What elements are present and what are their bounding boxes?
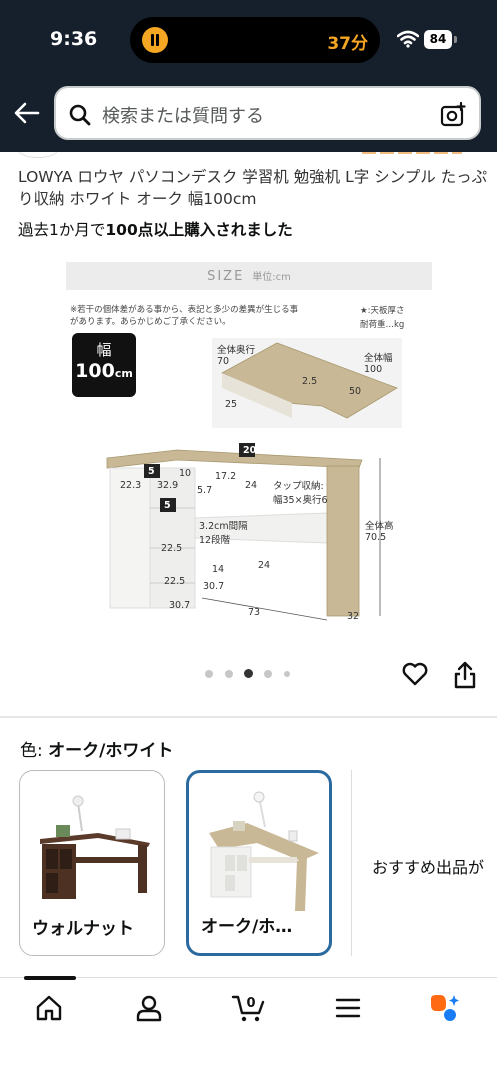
timer-text: 37分 bbox=[327, 34, 368, 54]
dim-17-2: 17.2 bbox=[215, 471, 237, 482]
dim-width-all: 全体幅 100 bbox=[364, 353, 393, 375]
dim-22-5b: 22.5 bbox=[164, 576, 186, 587]
section-divider bbox=[0, 716, 497, 718]
home-active-indicator bbox=[24, 976, 76, 980]
size-note: ※若干の個体差がある事から、表記と多少の差異が生じる事があります。あらかじめご了… bbox=[70, 305, 299, 327]
dim-2-5: 2.5 bbox=[302, 376, 318, 387]
share-icon[interactable] bbox=[452, 660, 478, 690]
account-icon[interactable] bbox=[134, 993, 164, 1023]
dim-depth-all: 全体奥行 70 bbox=[217, 345, 256, 367]
size-title: SIZE 単位:cm bbox=[207, 269, 291, 284]
dim-32-9: 32.9 bbox=[157, 480, 179, 491]
search-placeholder: 検索または質問する bbox=[102, 106, 264, 127]
carousel-dot-active[interactable] bbox=[244, 669, 253, 678]
color-option-name: オーク/ホ… bbox=[201, 917, 293, 937]
cart-icon[interactable]: 0 bbox=[231, 993, 267, 1023]
dim-24a: 24 bbox=[245, 480, 258, 491]
dim-32: 32 bbox=[347, 611, 360, 622]
dim-50: 50 bbox=[349, 386, 362, 397]
vertical-separator bbox=[351, 770, 352, 956]
status-time: 9:36 bbox=[50, 28, 98, 50]
rufus-icon[interactable] bbox=[428, 993, 462, 1023]
color-option-oak-white[interactable]: オーク/ホ… bbox=[186, 770, 332, 956]
carousel-dot[interactable] bbox=[284, 671, 290, 677]
tap-storage: タップ収納: 幅35×奥行6 bbox=[273, 481, 328, 506]
size-band: SIZE 単位:cm bbox=[66, 262, 432, 290]
dynamic-island[interactable]: 37分 bbox=[130, 17, 380, 63]
pause-icon[interactable] bbox=[142, 27, 168, 53]
product-image[interactable]: SIZE 単位:cm ※若干の個体差がある事から、表記と多少の差異が生じる事があり… bbox=[62, 258, 434, 628]
dim-10: 10 bbox=[179, 468, 192, 479]
home-icon[interactable] bbox=[34, 993, 64, 1023]
color-option-walnut[interactable]: ウォルナット bbox=[19, 770, 165, 956]
product-title[interactable]: LOWYA ロウヤ パソコンデスク 学習机 勉強机 L字 シンプル たっぷり収納… bbox=[18, 166, 488, 210]
carousel-dots[interactable] bbox=[205, 669, 295, 680]
color-label: 色: オーク/ホワイト bbox=[20, 741, 174, 761]
top-bar: 9:36 37分 84 検索または質問する bbox=[0, 0, 497, 152]
shelf-pitch: 3.2cm間隔 12段階 bbox=[199, 521, 248, 546]
purchase-note: 過去1か月で100点以上購入されました bbox=[18, 218, 293, 240]
walnut-desk-thumbnail bbox=[40, 795, 150, 899]
dim-30-7b: 30.7 bbox=[169, 600, 191, 611]
carousel-dot[interactable] bbox=[205, 670, 213, 678]
dim-22-5a: 22.5 bbox=[161, 543, 183, 554]
oak-desk-thumbnail bbox=[209, 791, 319, 911]
search-input[interactable]: 検索または質問する bbox=[54, 86, 481, 140]
load-5b: 5 bbox=[164, 500, 171, 511]
recommended-offer[interactable]: おすすめ出品が bbox=[372, 854, 484, 878]
carousel-dot[interactable] bbox=[264, 670, 272, 678]
battery-indicator: 84 bbox=[424, 30, 452, 49]
battery-tip bbox=[454, 36, 457, 43]
dim-22-3: 22.3 bbox=[120, 480, 142, 491]
dim-30-7a: 30.7 bbox=[203, 581, 225, 592]
cart-count: 0 bbox=[246, 996, 255, 1011]
purchase-prefix: 過去1か月で bbox=[18, 221, 106, 239]
dim-24b: 24 bbox=[258, 560, 271, 571]
heart-icon[interactable] bbox=[401, 660, 429, 688]
carousel-dot[interactable] bbox=[225, 670, 233, 678]
dim-73: 73 bbox=[248, 607, 261, 618]
dim-25: 25 bbox=[225, 399, 238, 410]
dim-5-7: 5.7 bbox=[197, 485, 213, 496]
load-5a: 5 bbox=[148, 466, 155, 477]
menu-icon[interactable] bbox=[333, 993, 363, 1023]
dim-height: 全体高 70.5 bbox=[365, 521, 394, 543]
search-icon bbox=[69, 104, 91, 126]
dim-14: 14 bbox=[212, 564, 225, 575]
camera-icon[interactable] bbox=[439, 101, 467, 129]
color-option-name: ウォルナット bbox=[32, 919, 134, 939]
wifi-icon bbox=[397, 30, 419, 48]
load-20: 20 bbox=[243, 445, 257, 456]
purchase-count: 100点以上購入されました bbox=[105, 221, 293, 239]
back-arrow-icon[interactable] bbox=[12, 98, 42, 128]
rating-stars-partial bbox=[0, 152, 497, 160]
